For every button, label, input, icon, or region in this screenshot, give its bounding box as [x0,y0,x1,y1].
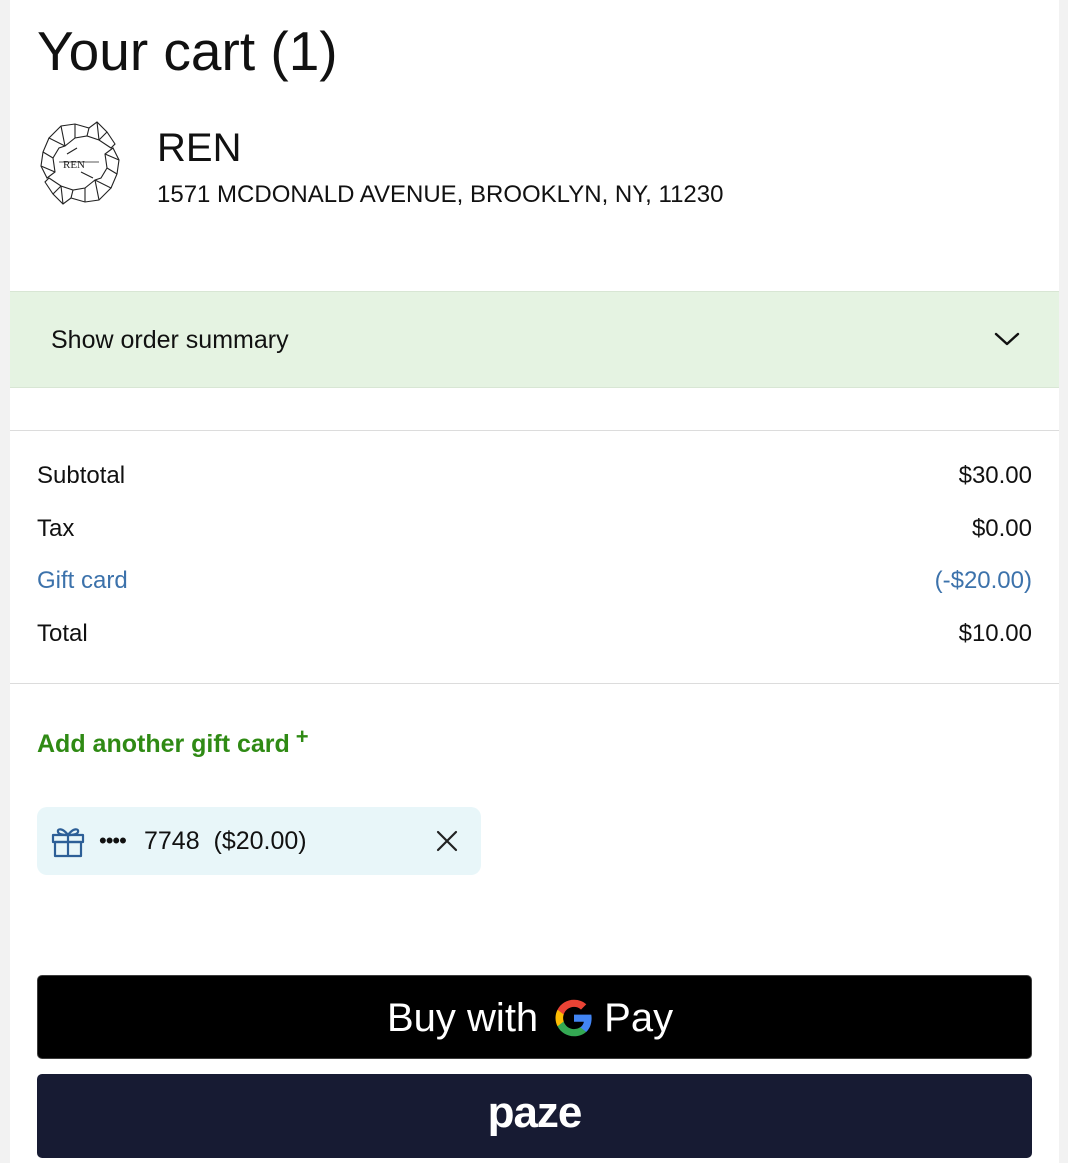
ren-koi-logo-icon: REN [40,121,120,205]
google-pay-content: Buy with Pay [387,992,673,1044]
tax-value: $0.00 [971,514,1032,542]
google-g-icon [555,999,592,1037]
add-gift-card-label: Add another gift card [37,730,290,758]
gift-card-row: Gift card (-$20.00) [37,560,1032,613]
store-address: 1571 MCDONALD AVENUE, BROOKLYN, NY, 1123… [157,181,724,208]
divider [10,683,1059,684]
svg-text:REN: REN [63,159,85,171]
add-gift-card-link[interactable]: Add another gift card + [37,724,309,762]
paze-logo: paze [487,1088,583,1137]
store-name: REN [157,126,242,170]
subtotal-label: Subtotal [37,462,126,489]
subtotal-value: $30.00 [958,462,1032,489]
cart-page: Your cart (1) REN REN 1571 MCDONALD AVEN… [10,0,1059,1163]
total-label: Total [37,619,88,647]
order-totals: Subtotal $30.00 Tax $0.00 Gift card (-$2… [37,455,1032,665]
total-row: Total $10.00 [37,613,1032,666]
gift-icon [51,828,85,858]
subtotal-row: Subtotal $30.00 [37,455,1032,508]
plus-icon: + [295,724,309,749]
paze-button[interactable]: paze [37,1074,1032,1158]
gpay-buy-label: Buy with [387,996,539,1040]
tax-row: Tax $0.00 [37,508,1032,561]
gift-card-label: Gift card [37,567,128,594]
close-icon[interactable] [435,829,459,853]
order-summary-label: Show order summary [51,326,289,354]
gift-card-details: 7748 ($20.00) [144,827,307,855]
page-title: Your cart (1) [37,20,338,82]
divider [10,430,1059,431]
store-info: REN REN 1571 MCDONALD AVENUE, BROOKLYN, … [37,118,1017,218]
order-summary-toggle[interactable]: Show order summary [10,291,1059,388]
tax-label: Tax [37,514,75,542]
gift-card-value: (-$20.00) [934,567,1032,594]
total-value: $10.00 [958,619,1032,647]
gift-card-mask: •••• [99,828,127,853]
chevron-down-icon [994,332,1020,346]
google-pay-button[interactable]: Buy with Pay [37,975,1032,1059]
gpay-pay-label: Pay [604,996,674,1040]
applied-gift-card: •••• 7748 ($20.00) [37,807,481,875]
